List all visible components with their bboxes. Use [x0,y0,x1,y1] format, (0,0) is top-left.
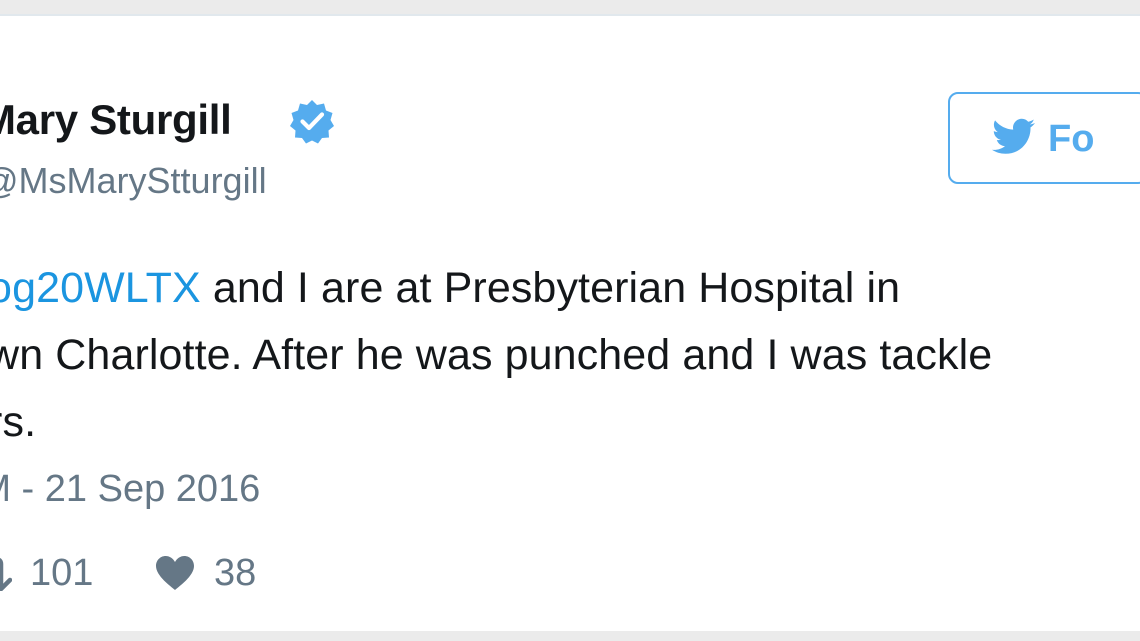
tweet-text-segment: and I are at Presbyterian Hospital in [200,264,901,312]
follow-button-label: Fo [1048,118,1095,160]
tweet-text-line: otog20WLTX and I are at Presbyterian Hos… [0,264,900,313]
retweet-count: 101 [30,551,94,594]
author-handle[interactable]: @MsMaryStturgill [0,160,267,202]
tweet-text-line: tors. [0,398,37,446]
mention-link[interactable]: otog20WLTX [0,264,201,312]
tweet-timestamp[interactable]: PM - 21 Sep 2016 [0,468,260,511]
page-top-edge [0,0,1140,14]
page-bottom-edge [0,631,1140,641]
twitter-bird-icon [991,118,1035,154]
author-display-name[interactable]: Mary Sturgill [0,96,232,144]
tweet-text-line: town Charlotte. After he was punched and… [0,331,993,379]
follow-button[interactable]: Fo [948,92,1140,184]
like-count: 38 [214,551,257,594]
retweet-action[interactable]: 101 [0,550,93,596]
heart-icon [156,556,194,590]
like-action[interactable]: 38 [154,550,256,596]
verified-badge-icon [290,100,334,144]
retweet-icon [0,558,12,591]
embedded-tweet-card: Mary Sturgill @MsMaryStturgill Fo otog20… [0,14,1140,634]
